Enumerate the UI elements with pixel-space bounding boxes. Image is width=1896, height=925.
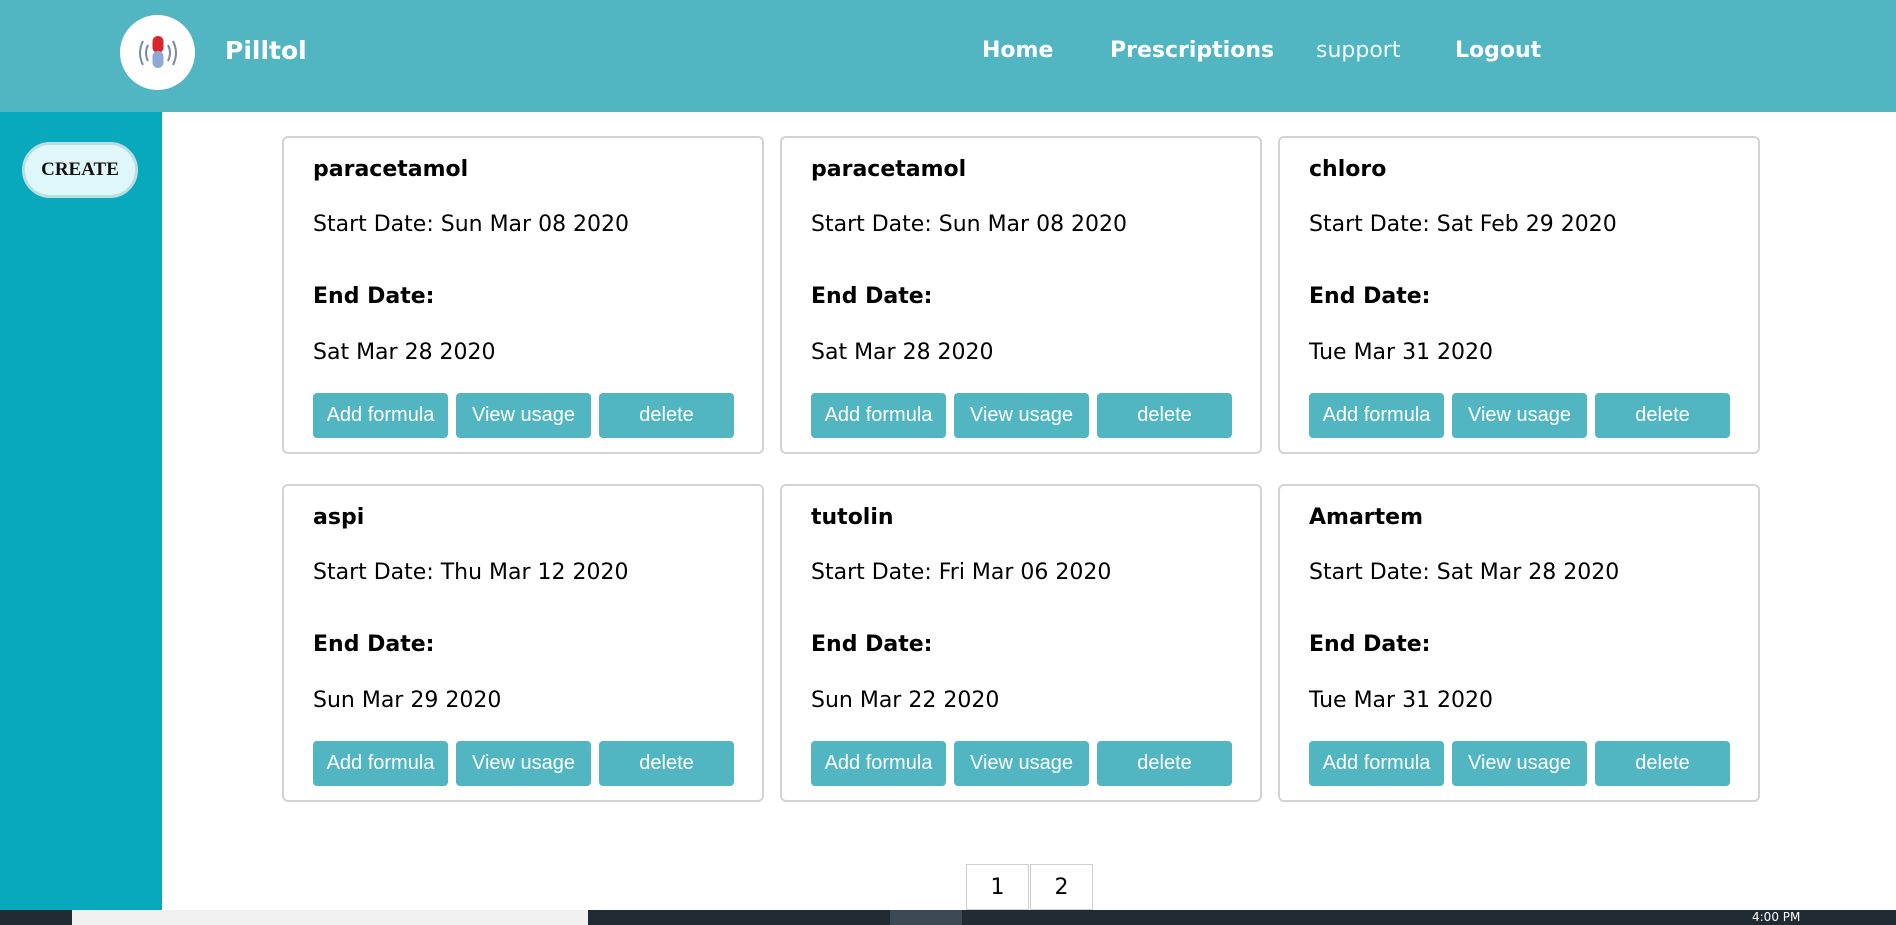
page-1-button[interactable]: 1 [966,864,1029,910]
prescription-card: chloro Start Date: Sat Feb 29 2020 End D… [1278,136,1760,454]
prescription-name: paracetamol [313,157,469,182]
end-date-value: Tue Mar 31 2020 [1309,340,1494,365]
end-date-label: End Date: [1309,632,1431,657]
logo[interactable] [120,15,195,90]
start-date: Start Date: Thu Mar 12 2020 [313,560,629,585]
add-formula-button[interactable]: Add formula [1309,393,1444,438]
prescription-card: Amartem Start Date: Sat Mar 28 2020 End … [1278,484,1760,802]
delete-button[interactable]: delete [1097,393,1232,438]
start-date: Start Date: Sat Feb 29 2020 [1309,212,1617,237]
prescription-card: paracetamol Start Date: Sun Mar 08 2020 … [282,136,764,454]
prescription-card: tutolin Start Date: Fri Mar 06 2020 End … [780,484,1262,802]
end-date-value: Sat Mar 28 2020 [811,340,994,365]
start-date: Start Date: Sun Mar 08 2020 [811,212,1128,237]
view-usage-button[interactable]: View usage [954,393,1089,438]
view-usage-button[interactable]: View usage [456,393,591,438]
end-date-value: Sun Mar 29 2020 [313,688,502,713]
add-formula-button[interactable]: Add formula [811,393,946,438]
end-date-label: End Date: [811,632,933,657]
add-formula-button[interactable]: Add formula [811,741,946,786]
delete-button[interactable]: delete [1595,393,1730,438]
pill-sound-icon [138,35,177,68]
view-usage-button[interactable]: View usage [954,741,1089,786]
end-date-label: End Date: [313,284,435,309]
start-date: Start Date: Fri Mar 06 2020 [811,560,1112,585]
prescription-name: aspi [313,505,365,530]
view-usage-button[interactable]: View usage [1452,393,1587,438]
sidebar [0,112,162,910]
top-nav-bar: Pilltol Home Prescriptions support Logou… [0,0,1896,112]
nav-home[interactable]: Home [982,38,1053,63]
delete-button[interactable]: delete [599,741,734,786]
end-date-value: Tue Mar 31 2020 [1309,688,1494,713]
prescription-card: aspi Start Date: Thu Mar 12 2020 End Dat… [282,484,764,802]
nav-prescriptions[interactable]: Prescriptions [1110,38,1274,63]
prescription-card: paracetamol Start Date: Sun Mar 08 2020 … [780,136,1262,454]
add-formula-button[interactable]: Add formula [1309,741,1444,786]
view-usage-button[interactable]: View usage [1452,741,1587,786]
prescription-name: Amartem [1309,505,1424,530]
start-date: Start Date: Sun Mar 08 2020 [313,212,630,237]
end-date-label: End Date: [1309,284,1431,309]
taskbar-active-app[interactable] [890,910,962,925]
brand-name[interactable]: Pilltol [225,36,307,65]
add-formula-button[interactable]: Add formula [313,741,448,786]
taskbar-clock[interactable]: 4:00 PM [1752,910,1800,924]
prescription-name: paracetamol [811,157,967,182]
end-date-label: End Date: [313,632,435,657]
delete-button[interactable]: delete [1097,741,1232,786]
nav-support[interactable]: support [1316,38,1400,63]
start-date: Start Date: Sat Mar 28 2020 [1309,560,1620,585]
taskbar-search-box[interactable] [72,910,588,925]
create-button[interactable]: CREATE [22,142,138,198]
add-formula-button[interactable]: Add formula [313,393,448,438]
page-2-button[interactable]: 2 [1030,864,1093,910]
nav-logout[interactable]: Logout [1455,38,1541,63]
end-date-value: Sun Mar 22 2020 [811,688,1000,713]
os-taskbar: 4:00 PM [0,910,1896,925]
prescription-name: chloro [1309,157,1387,182]
view-usage-button[interactable]: View usage [456,741,591,786]
delete-button[interactable]: delete [599,393,734,438]
prescription-name: tutolin [811,505,894,530]
end-date-value: Sat Mar 28 2020 [313,340,496,365]
end-date-label: End Date: [811,284,933,309]
delete-button[interactable]: delete [1595,741,1730,786]
